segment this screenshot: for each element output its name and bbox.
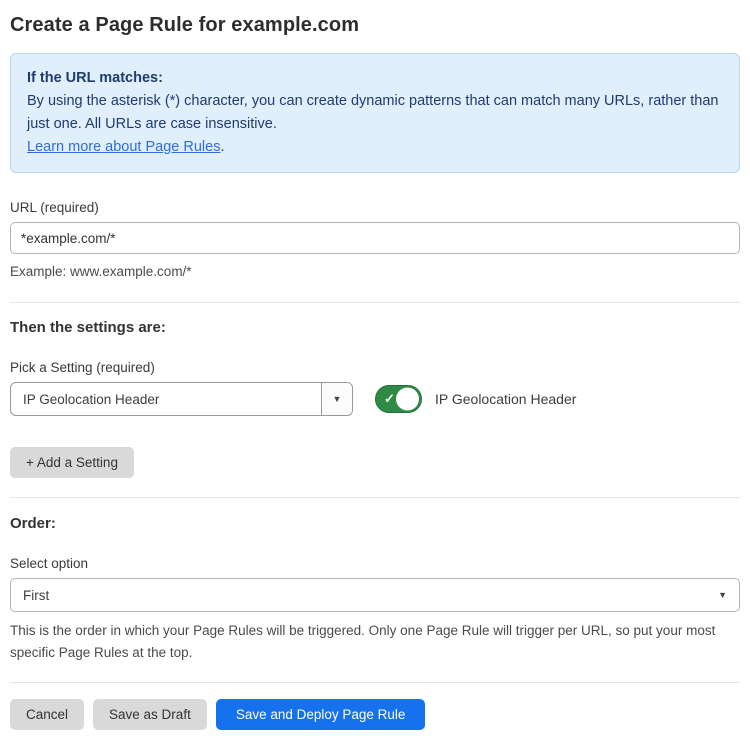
url-example-helper: Example: www.example.com/* [10,261,740,283]
order-select[interactable]: First ▼ [10,578,740,612]
chevron-down-icon: ▼ [718,591,727,600]
setting-select[interactable]: IP Geolocation Header ▼ [10,382,353,416]
ip-geolocation-toggle[interactable]: ✓ [375,385,422,413]
divider [10,497,740,498]
url-field-label: URL (required) [10,200,740,215]
link-suffix-period: . [220,139,224,155]
toggle-label: IP Geolocation Header [435,391,576,407]
toggle-knob [396,388,419,411]
order-section-heading: Order: [10,515,740,532]
pick-setting-label: Pick a Setting (required) [10,360,740,375]
divider [10,302,740,303]
info-link-line: Learn more about Page Rules. [27,136,723,159]
save-as-draft-button[interactable]: Save as Draft [93,699,207,730]
setting-select-value: IP Geolocation Header [11,383,321,415]
order-select-label: Select option [10,556,740,571]
save-and-deploy-button[interactable]: Save and Deploy Page Rule [216,699,426,730]
check-icon: ✓ [384,391,395,407]
cancel-button[interactable]: Cancel [10,699,84,730]
learn-more-link[interactable]: Learn more about Page Rules [27,139,220,155]
setting-row: IP Geolocation Header ▼ ✓ IP Geolocation… [10,382,740,416]
page-rule-form: Create a Page Rule for example.com If th… [0,0,750,742]
order-helper-text: This is the order in which your Page Rul… [10,620,736,664]
add-setting-button[interactable]: + Add a Setting [10,447,134,478]
setting-select-arrow-button[interactable]: ▼ [321,383,352,415]
form-actions: Cancel Save as Draft Save and Deploy Pag… [10,699,740,730]
url-input[interactable] [10,222,740,254]
chevron-down-icon: ▼ [333,395,342,404]
settings-section-heading: Then the settings are: [10,319,740,336]
divider [10,682,740,683]
page-title: Create a Page Rule for example.com [10,14,740,37]
order-select-value: First [23,588,49,603]
url-match-info-box: If the URL matches: By using the asteris… [10,53,740,173]
info-box-heading: If the URL matches: [27,67,723,90]
info-box-body: By using the asterisk (*) character, you… [27,90,723,136]
